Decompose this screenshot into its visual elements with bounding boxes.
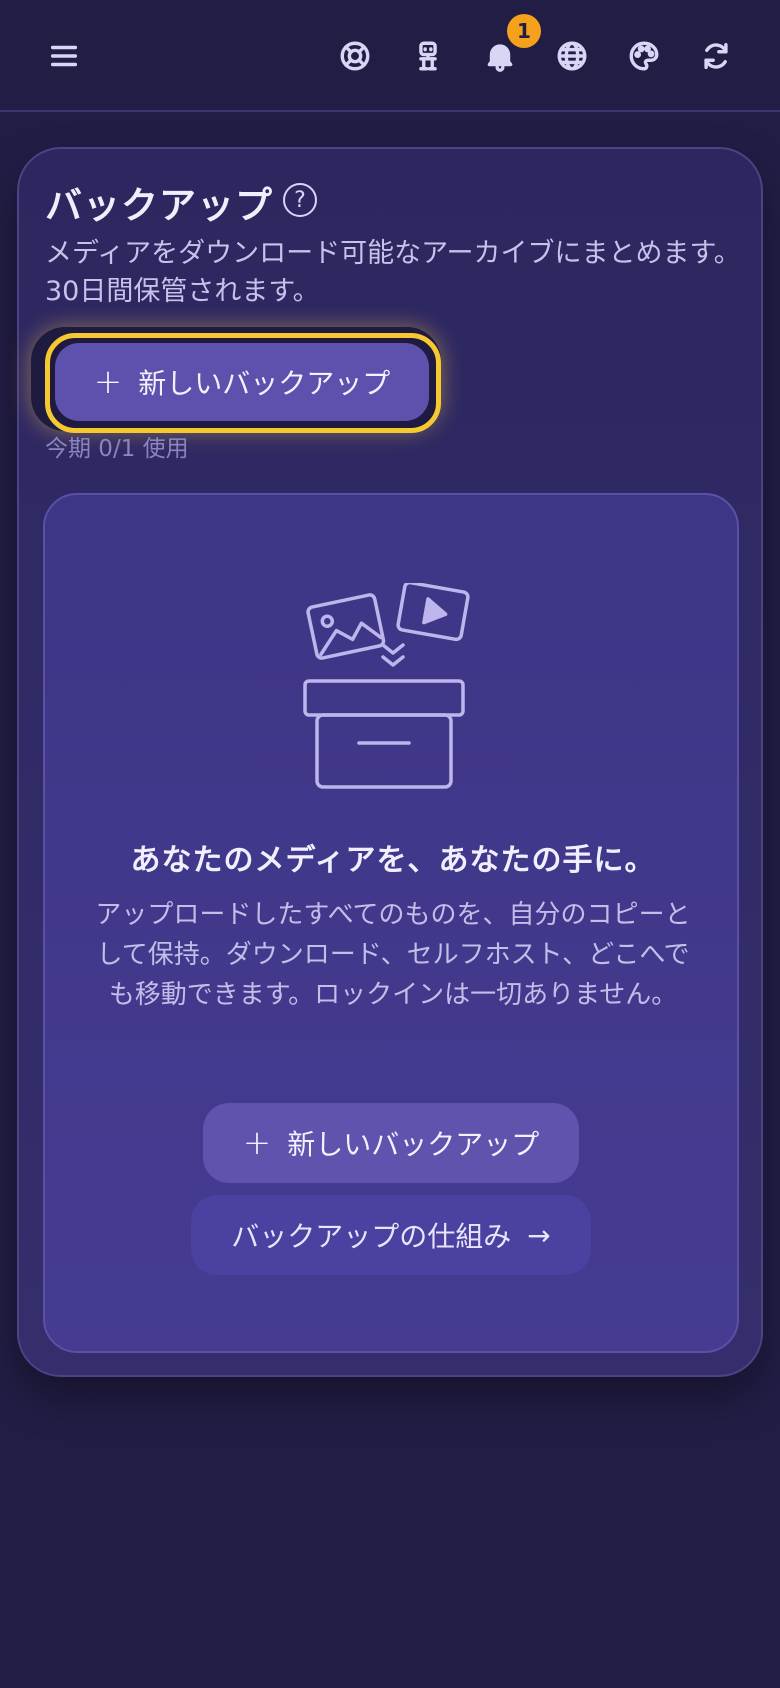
- refresh-icon[interactable]: [692, 32, 740, 80]
- empty-state-title: あなたのメディアを、あなたの手に。: [130, 843, 656, 878]
- new-backup-focus-wrapper: + 新しいバックアップ: [31, 327, 441, 433]
- backup-card: バックアップ ? メディアをダウンロード可能なアーカイブにまとめます。30日間保…: [17, 147, 763, 1377]
- empty-state-body: アップロードしたすべてのものを、自分のコピーとして保持。ダウンロード、セルフホス…: [95, 900, 691, 1010]
- new-backup-button-label: 新しいバックアップ: [138, 367, 391, 400]
- how-backup-works-button[interactable]: バックアップの仕組み →: [191, 1195, 591, 1275]
- plus-icon: +: [242, 1123, 272, 1163]
- usage-quota: 今期 0/1 使用: [45, 436, 189, 462]
- arrow-right-icon: →: [527, 1218, 551, 1252]
- notification-badge: 1: [507, 14, 541, 48]
- palette-icon[interactable]: [620, 32, 668, 80]
- page-title: バックアップ: [45, 184, 273, 227]
- help-ring-icon[interactable]: [331, 32, 379, 80]
- how-backup-works-label: バックアップの仕組み: [231, 1220, 512, 1253]
- backup-description: メディアをダウンロード可能なアーカイブにまとめます。30日間保管されます。: [45, 238, 741, 307]
- empty-new-backup-button[interactable]: + 新しいバックアップ: [203, 1103, 579, 1183]
- media-archive-illustration: [303, 580, 483, 803]
- globe-icon[interactable]: [548, 32, 596, 80]
- menu-icon[interactable]: [40, 32, 88, 80]
- plus-icon: +: [93, 362, 123, 402]
- empty-new-backup-label: 新しいバックアップ: [287, 1128, 540, 1161]
- empty-state-panel: あなたのメディアを、あなたの手に。 アップロードしたすべてのものを、自分のコピー…: [43, 493, 739, 1353]
- help-icon[interactable]: ?: [283, 183, 317, 217]
- new-backup-button[interactable]: + 新しいバックアップ: [55, 343, 429, 421]
- robot-icon[interactable]: [404, 32, 452, 80]
- top-bar: 1: [0, 0, 780, 112]
